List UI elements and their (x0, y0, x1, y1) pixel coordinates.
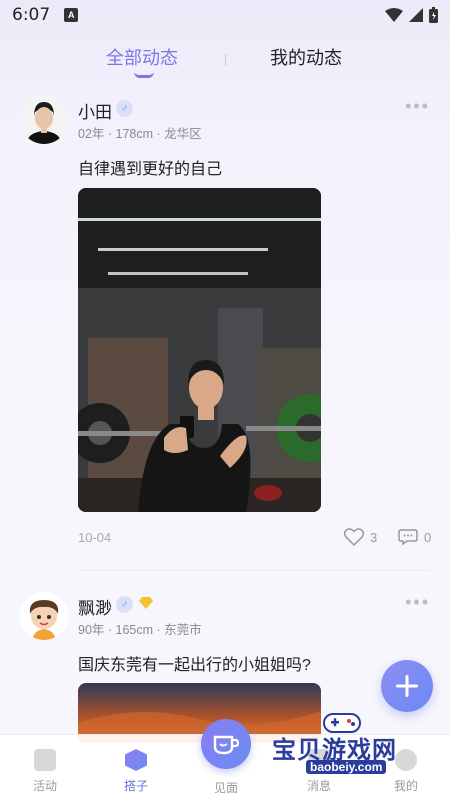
plus-icon (396, 675, 418, 697)
nav-activity-label: 活动 (32, 779, 57, 793)
user-name[interactable]: 小田 (78, 98, 112, 123)
male-icon: ♂ (116, 100, 133, 117)
battery-icon (429, 7, 438, 23)
status-time: 6:07 (12, 5, 51, 25)
nav-activity[interactable]: 活动 (15, 749, 75, 794)
vip-diamond-icon (139, 597, 153, 609)
gym-selfie-image (78, 188, 321, 512)
like-button[interactable]: 3 (344, 528, 377, 546)
comment-count: 0 (424, 529, 432, 545)
site-watermark: 宝贝游戏网 baobeiy.com (272, 710, 442, 782)
post-card[interactable]: 小田 ♂ 02年 · 178cm · 龙华区 ••• 自律遇到更好的自己 10-… (0, 92, 450, 572)
add-post-button[interactable] (381, 660, 433, 712)
more-options-icon[interactable]: ••• (405, 96, 430, 117)
status-icons (385, 7, 438, 23)
avatar[interactable] (20, 96, 68, 144)
cup-icon (213, 735, 239, 755)
post-date: 10-04 (78, 530, 112, 545)
post-photo[interactable] (78, 188, 321, 512)
post-text: 国庆东莞有一起出行的小姐姐吗? (78, 657, 311, 674)
activity-icon (34, 749, 56, 771)
partner-icon (125, 749, 147, 771)
like-count: 3 (370, 529, 378, 545)
tab-my-moments[interactable]: 我的动态 (270, 44, 342, 70)
nav-meet-label: 见面 (213, 781, 238, 795)
wifi-icon (385, 8, 403, 22)
post-text: 自律遇到更好的自己 (78, 161, 223, 178)
tab-separator (225, 54, 226, 66)
watermark-url: baobeiy.com (306, 760, 387, 774)
nav-partner[interactable]: 搭子 (106, 749, 166, 794)
more-options-icon[interactable]: ••• (405, 592, 430, 613)
nav-meet-button[interactable] (201, 719, 251, 769)
post-divider (78, 570, 430, 571)
notification-icon: A (64, 8, 79, 22)
user-meta: 90年 · 165cm · 东莞市 (78, 623, 202, 637)
tab-all-moments[interactable]: 全部动态 (106, 44, 178, 70)
user-avatar-image (20, 96, 68, 144)
status-bar: 6:07 A (0, 0, 450, 30)
male-icon: ♂ (116, 596, 133, 613)
user-meta: 02年 · 178cm · 龙华区 (78, 127, 202, 141)
comment-icon (398, 529, 418, 546)
heart-icon (344, 528, 364, 546)
feed-tabs: 全部动态 我的动态 (0, 40, 450, 84)
avatar[interactable] (20, 592, 68, 640)
comment-button[interactable]: 0 (398, 528, 431, 546)
active-tab-indicator (134, 72, 154, 78)
signal-icon (409, 8, 423, 22)
user-avatar-image (20, 592, 68, 640)
nav-partner-label: 搭子 (123, 779, 148, 793)
user-name[interactable]: 飘渺 (78, 594, 112, 619)
